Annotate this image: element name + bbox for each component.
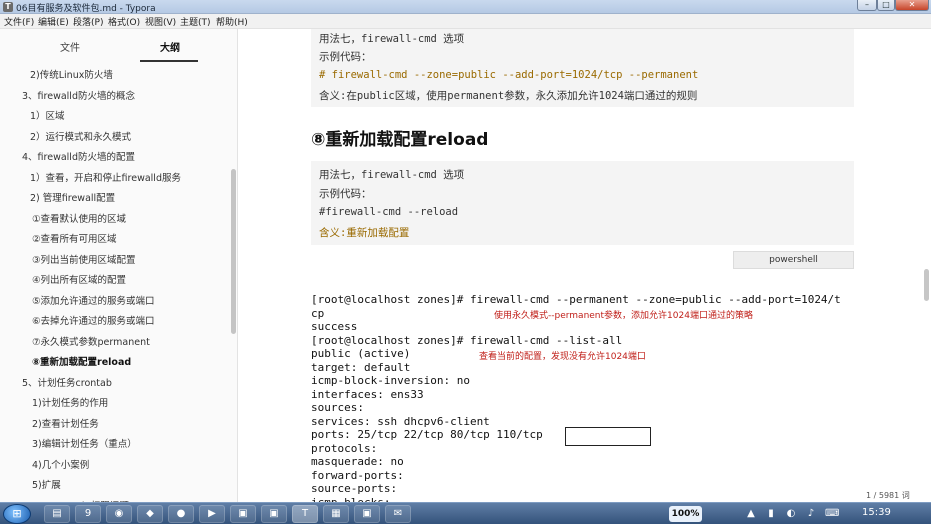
code-language-tag[interactable]: powershell [733, 251, 854, 269]
terminal-line: [root@localhost zones]# firewall-cmd --p… [311, 293, 841, 306]
taskbar-app-icon[interactable]: ▶ [199, 505, 225, 523]
document-area[interactable]: 用法七，firewall-cmd 选项 示例代码： # firewall-cmd… [239, 29, 931, 502]
section-heading: ⑧重新加载配置reload [311, 130, 489, 150]
document-scrollbar[interactable] [924, 269, 929, 301]
window-title: 06目有服务及软件包.md - Typora [16, 4, 156, 14]
taskbar-app-icon[interactable]: ◉ [106, 505, 132, 523]
minimize-button[interactable]: – [857, 0, 877, 11]
menu-view[interactable]: 视图(V) [145, 15, 176, 28]
outline-item[interactable]: 2)传统Linux防火墙 [30, 67, 113, 81]
word-count[interactable]: 1 / 5981 词 [866, 490, 910, 501]
code-line: # firewall-cmd --zone=public --add-port=… [319, 69, 699, 81]
code-line: 含义:在public区域，使用permanent参数，永久添加允许1024端口通… [319, 90, 698, 102]
terminal-line: sources: [311, 401, 364, 414]
outline-item[interactable]: ⑤添加允许通过的服务或端口 [32, 293, 155, 307]
terminal-screenshot: [root@localhost zones]# firewall-cmd --p… [311, 291, 871, 502]
code-line: 含义:重新加载配置 [319, 227, 410, 239]
outline-item[interactable]: 5、计划任务crontab [22, 375, 112, 389]
taskbar: ⊞ ▤ 9 ◉ ◆ ● ▶ ▣ ▣ T ▦ ▣ ✉ 100% ▲ ▮ ◐ ♪ ⌨ 15:39 [0, 502, 931, 524]
code-block[interactable]: 用法七，firewall-cmd 选项 示例代码： # firewall-cmd… [311, 29, 854, 107]
outline-item[interactable]: 2) 管理firewall配置 [30, 190, 115, 204]
outline-item[interactable]: 1）查看，开启和停止firewalld服务 [30, 170, 181, 184]
terminal-line: source-ports: [311, 482, 398, 495]
tab-files[interactable]: 文件 [40, 39, 100, 54]
close-button[interactable]: ✕ [895, 0, 929, 11]
sidebar-scrollbar[interactable] [231, 169, 236, 334]
outline-item[interactable]: 1）区域 [30, 108, 65, 122]
title-bar: T 06目有服务及软件包.md - Typora – □ ✕ [0, 0, 931, 14]
terminal-line: icmp-block-inversion: no [311, 374, 470, 387]
sidebar-footer: ‹ [0, 484, 250, 502]
terminal-line: public (active) [311, 347, 411, 360]
tray-icon[interactable]: ▲ [745, 507, 757, 520]
outline-item[interactable]: ⑧重新加载配置reload [32, 354, 131, 368]
tray-icon[interactable]: ⌨ [825, 507, 839, 520]
start-button[interactable]: ⊞ [3, 504, 31, 524]
terminal-line: interfaces: ens33 [311, 387, 424, 401]
taskbar-app-icon[interactable]: ▣ [261, 505, 287, 523]
outline-item[interactable]: 3、firewalld防火墙的概念 [22, 88, 135, 102]
code-block[interactable]: 用法七，firewall-cmd 选项 示例代码： #firewall-cmd … [311, 161, 854, 245]
taskbar-app-icon[interactable]: T [292, 505, 318, 523]
menu-theme[interactable]: 主题(T) [180, 15, 211, 28]
terminal-line: target: default [311, 360, 411, 374]
taskbar-app-icon[interactable]: ▤ [44, 505, 70, 523]
terminal-line: cp [311, 306, 325, 320]
terminal-line: forward-ports: [311, 468, 404, 482]
outline-item[interactable]: ④列出所有区域的配置 [32, 272, 126, 286]
sidebar: 文件 大纲 2)传统Linux防火墙 3、firewalld防火墙的概念 1）区域 2… [0, 29, 250, 512]
annotation-text: 使用永久模式--permanent参数，添加允许1024端口通过的策略 [494, 311, 753, 321]
terminal-line: protocols: [311, 441, 378, 455]
taskbar-app-icon[interactable]: 9 [75, 505, 101, 523]
code-line: #firewall-cmd --reload [319, 206, 459, 218]
taskbar-app-icon[interactable]: ▦ [323, 505, 349, 523]
menu-help[interactable]: 帮助(H) [216, 15, 248, 28]
outline-item[interactable]: 1)计划任务的作用 [32, 395, 108, 409]
annotation-text: 查看当前的配置，发现没有允许1024端口 [479, 352, 646, 362]
menu-edit[interactable]: 编辑(E) [38, 15, 69, 28]
typora-window: T 06目有服务及软件包.md - Typora – □ ✕ 文件(F) 编辑(… [0, 0, 931, 524]
outline-item[interactable]: 2)查看计划任务 [32, 416, 99, 430]
code-line: 用法七，firewall-cmd 选项 [319, 33, 465, 45]
taskbar-app-icon[interactable]: ◆ [137, 505, 163, 523]
outline-item[interactable]: 2）运行模式和永久模式 [30, 129, 131, 143]
tray-icon[interactable]: ♪ [805, 507, 817, 520]
taskbar-app-icon[interactable]: ▣ [230, 505, 256, 523]
typora-app-icon: T [3, 2, 13, 12]
outline-item[interactable]: 4)几个小案例 [32, 457, 89, 471]
outline-item[interactable]: ②查看所有可用区域 [32, 231, 117, 245]
outline-item[interactable]: 3)编辑计划任务（重点） [32, 436, 137, 450]
terminal-line: success [311, 320, 358, 333]
taskbar-app-icon[interactable]: ● [168, 505, 194, 523]
maximize-button[interactable]: □ [877, 0, 895, 11]
outline-item[interactable]: ⑦永久模式参数permanent [32, 334, 150, 348]
menu-bar: 文件(F) 编辑(E) 段落(P) 格式(O) 视图(V) 主题(T) 帮助(H… [0, 14, 931, 29]
outline-item[interactable]: ③列出当前使用区域配置 [32, 252, 136, 266]
code-line: 示例代码： [319, 188, 372, 200]
terminal-line: services: ssh dhcpv6-client [311, 414, 490, 428]
terminal-line: [root@localhost zones]# firewall-cmd --l… [311, 333, 623, 347]
terminal-line: masquerade: no [311, 455, 404, 468]
menu-file[interactable]: 文件(F) [4, 15, 34, 28]
tab-outline[interactable]: 大纲 [140, 39, 200, 54]
taskbar-app-icon[interactable]: ▣ [354, 505, 380, 523]
outline-item[interactable]: 4、firewalld防火墙的配置 [22, 149, 135, 163]
terminal-line: ports: 25/tcp 22/tcp 80/tcp 110/tcp [311, 428, 543, 441]
menu-format[interactable]: 格式(O) [108, 15, 140, 28]
outline-item[interactable]: ⑥去掉允许通过的服务或端口 [32, 313, 155, 327]
zoom-indicator[interactable]: 100% [669, 506, 702, 522]
active-tab-indicator [140, 60, 198, 62]
outline-item[interactable]: ①查看默认使用的区域 [32, 211, 126, 225]
tray-icon[interactable]: ◐ [785, 507, 797, 520]
highlight-box [565, 427, 651, 446]
code-line: 示例代码： [319, 51, 372, 63]
menu-paragraph[interactable]: 段落(P) [73, 15, 103, 28]
taskbar-app-icon[interactable]: ✉ [385, 505, 411, 523]
code-line: 用法七，firewall-cmd 选项 [319, 169, 465, 181]
tray-icon[interactable]: ▮ [765, 507, 777, 520]
clock[interactable]: 15:39 [862, 507, 891, 518]
